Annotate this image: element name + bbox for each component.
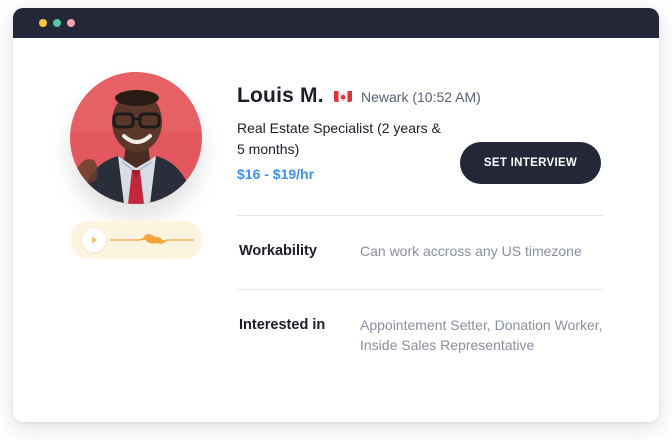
avatar	[70, 72, 202, 204]
audio-waveform-icon	[110, 234, 194, 244]
interested-in-value: Appointement Setter, Donation Worker, In…	[360, 317, 603, 353]
divider	[237, 289, 603, 290]
location-time: Newark (10:52 AM)	[361, 89, 481, 105]
divider	[237, 215, 603, 216]
candidate-name: Louis M.	[237, 84, 324, 107]
audio-player[interactable]	[70, 221, 202, 259]
hourly-rate: $16 - $19/hr	[237, 166, 315, 182]
profile-card-window: Louis M. Newark (10:52 AM) Real Estate S…	[13, 8, 659, 422]
play-icon	[92, 236, 97, 244]
pink-window-dot[interactable]	[67, 19, 75, 27]
set-interview-button[interactable]: SET INTERVIEW	[460, 142, 601, 184]
interested-in-label: Interested in	[239, 317, 326, 333]
green-window-dot[interactable]	[53, 19, 61, 27]
avatar-photo-icon	[70, 72, 202, 204]
canada-flag-icon	[334, 90, 352, 102]
role-title: Real Estate Specialist (2 years & 5 mont…	[237, 120, 441, 157]
workability-label: Workability	[239, 243, 317, 259]
workability-value: Can work accross any US timezone	[360, 243, 582, 259]
play-button[interactable]	[82, 228, 106, 252]
yellow-window-dot[interactable]	[39, 19, 47, 27]
window-titlebar	[13, 8, 659, 38]
